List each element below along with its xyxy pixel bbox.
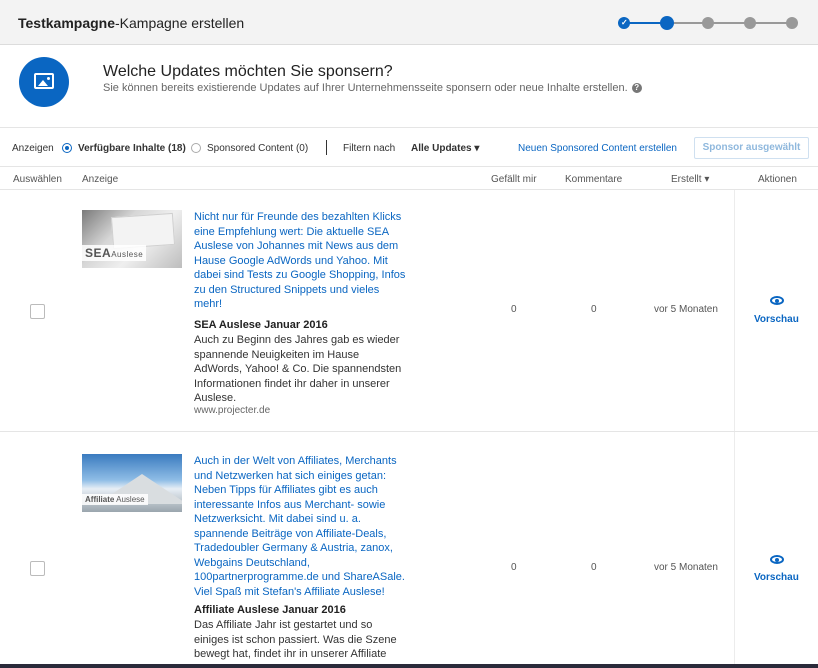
window-edge [0,664,818,668]
post-thumbnail: Affiliate Auslese [82,454,182,512]
section-title: Welche Updates möchten Sie sponsern? [103,63,393,80]
step-4 [744,17,756,29]
section-subtitle: Sie können bereits existierende Updates … [103,82,642,94]
new-sponsored-content-link[interactable]: Neuen Sponsored Content erstellen [518,143,677,154]
page-title-suffix: -Kampagne erstellen [115,15,245,31]
post-link-description: Auch zu Beginn des Jahres gab es wieder … [194,334,402,404]
col-actions: Aktionen [758,174,797,185]
divider [734,190,735,431]
preview-button[interactable]: Vorschau [754,572,799,583]
col-created-label: Erstellt [671,174,702,185]
created-date: vor 5 Monaten [654,304,718,315]
step-3 [702,17,714,29]
row-checkbox[interactable] [30,561,45,576]
thumbnail-subtitle: Auslese [111,250,144,259]
sponsored-content-label[interactable]: Sponsored Content (0) [207,143,308,154]
comments-count: 0 [591,304,597,315]
preview-button[interactable]: Vorschau [754,314,799,325]
page-title: Testkampagne-Kampagne erstellen [18,15,244,31]
likes-count: 0 [511,562,517,573]
post-link-title[interactable]: Affiliate Auslese Januar 2016 [194,604,409,616]
col-created-sort[interactable]: Erstellt ▾ [671,174,709,185]
radio-sponsored[interactable] [191,143,201,153]
sponsor-selected-button[interactable]: Sponsor ausgewählt [694,137,809,159]
col-ad: Anzeige [82,174,119,185]
thumbnail-title: Affiliate [85,495,115,504]
post-link-title[interactable]: SEA Auslese Januar 2016 [194,319,409,331]
eye-icon[interactable] [770,555,784,564]
caret-down-icon: ▾ [474,143,480,154]
check-icon: ✓ [621,18,628,27]
eye-icon[interactable] [770,296,784,305]
radio-available[interactable] [62,143,72,153]
post-link-description: Das Affiliate Jahr ist gestartet und so … [194,619,397,660]
available-content-label[interactable]: Verfügbare Inhalte (18) [78,143,186,154]
likes-count: 0 [511,304,517,315]
image-icon [19,57,69,107]
table-row: Affiliate Auslese Auch in der Welt von A… [0,432,818,668]
step-connector [668,22,788,24]
comments-count: 0 [591,562,597,573]
row-checkbox[interactable] [30,304,45,319]
thumbnail-subtitle: Auslese [116,495,145,504]
step-2-current [660,16,674,30]
step-1-complete: ✓ [618,17,630,29]
help-icon[interactable]: ? [631,83,642,94]
post-text[interactable]: Nicht nur für Freunde des bezahlten Klic… [194,210,409,312]
thumbnail-title: SEA [85,246,112,260]
filter-dropdown[interactable]: Alle Updates ▾ [411,143,479,154]
post-thumbnail: SEAAuslese [82,210,182,268]
campaign-name: Testkampagne [18,15,115,31]
show-label: Anzeigen [12,143,54,154]
created-date: vor 5 Monaten [654,562,718,573]
filter-dropdown-value: Alle Updates [411,143,472,154]
col-likes: Gefällt mir [491,174,537,185]
col-select: Auswählen [13,174,62,185]
divider [326,140,327,155]
post-text[interactable]: Auch in der Welt von Affiliates, Merchan… [194,454,409,599]
filter-toolbar: Anzeigen Verfügbare Inhalte (18) Sponsor… [0,127,818,167]
progress-steps: ✓ [618,16,798,30]
page-header: Testkampagne-Kampagne erstellen ✓ [0,0,818,45]
section-subtitle-text: Sie können bereits existierende Updates … [103,82,628,94]
divider [734,432,735,668]
step-5 [786,17,798,29]
sort-caret-icon: ▾ [704,174,710,185]
filter-label: Filtern nach [343,143,396,154]
post-link-url: www.projecter.de [194,405,271,416]
col-comments: Kommentare [565,174,623,185]
table-row: SEAAuslese Nicht nur für Freunde des bez… [0,190,818,432]
